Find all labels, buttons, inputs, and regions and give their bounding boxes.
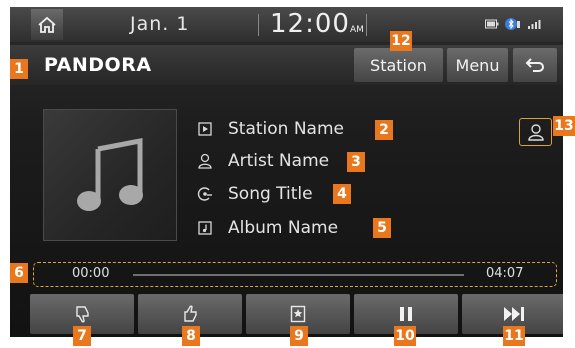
song-title-row: Song Title [196,183,313,205]
callout-11: 11 [503,326,525,346]
progress-track[interactable] [133,274,464,276]
menu-button[interactable]: Menu [447,48,508,82]
station-button[interactable]: Station [354,48,443,82]
callout-5: 5 [373,218,391,238]
skip-next-icon [504,307,524,321]
callout-12: 12 [390,31,412,51]
thumbs-up-icon [184,305,197,322]
title-bar: PANDORA Station Menu [10,45,563,85]
status-bar: Jan. 1 12:00AM [10,7,563,42]
divider [258,14,259,36]
signal-icon [528,20,541,29]
head-unit-screen: Jan. 1 12:00AM PANDORA Station Menu Stat… [10,7,563,337]
callout-9: 9 [290,326,308,346]
callout-8: 8 [182,326,200,346]
status-icons [485,17,543,31]
back-button[interactable] [513,48,557,82]
album-name: Album Name [228,218,339,238]
album-art [43,109,177,241]
clock-ampm: AM [349,25,364,35]
callout-3: 3 [347,152,365,172]
callout-4: 4 [333,184,351,204]
callout-13: 13 [553,116,575,136]
back-arrow-icon [525,58,544,72]
music-note-icon [77,137,143,211]
station-icon [196,120,214,138]
progress-bar[interactable]: 00:00 04:07 [33,262,557,287]
date-text: Jan. 1 [130,13,190,35]
elapsed-time: 00:00 [72,266,110,281]
divider [366,14,367,36]
thumbs-down-icon [76,306,89,323]
home-button[interactable] [31,9,63,40]
home-icon [38,16,56,33]
station-name-row: Station Name [196,118,344,140]
callout-1: 1 [10,59,28,79]
song-title: Song Title [228,184,313,204]
clock-time: 12:00 [270,9,350,39]
callout-10: 10 [394,326,416,346]
total-time: 04:07 [486,266,524,281]
song-icon [196,185,214,203]
user-profile-button[interactable] [519,118,552,146]
station-name: Station Name [228,119,344,139]
artist-icon [196,152,214,170]
callout-6: 6 [10,263,28,283]
album-icon [196,219,214,237]
battery-icon [485,19,499,29]
callout-7: 7 [73,326,91,346]
callout-2: 2 [375,120,393,140]
pause-icon [400,307,412,321]
app-title: PANDORA [44,54,152,76]
user-icon [527,124,544,141]
artist-name: Artist Name [228,151,330,171]
bookmark-icon [290,305,306,323]
clock: 12:00AM [270,9,364,39]
album-name-row: Album Name [196,217,338,239]
bluetooth-icon [505,18,520,30]
artist-name-row: Artist Name [196,150,329,172]
